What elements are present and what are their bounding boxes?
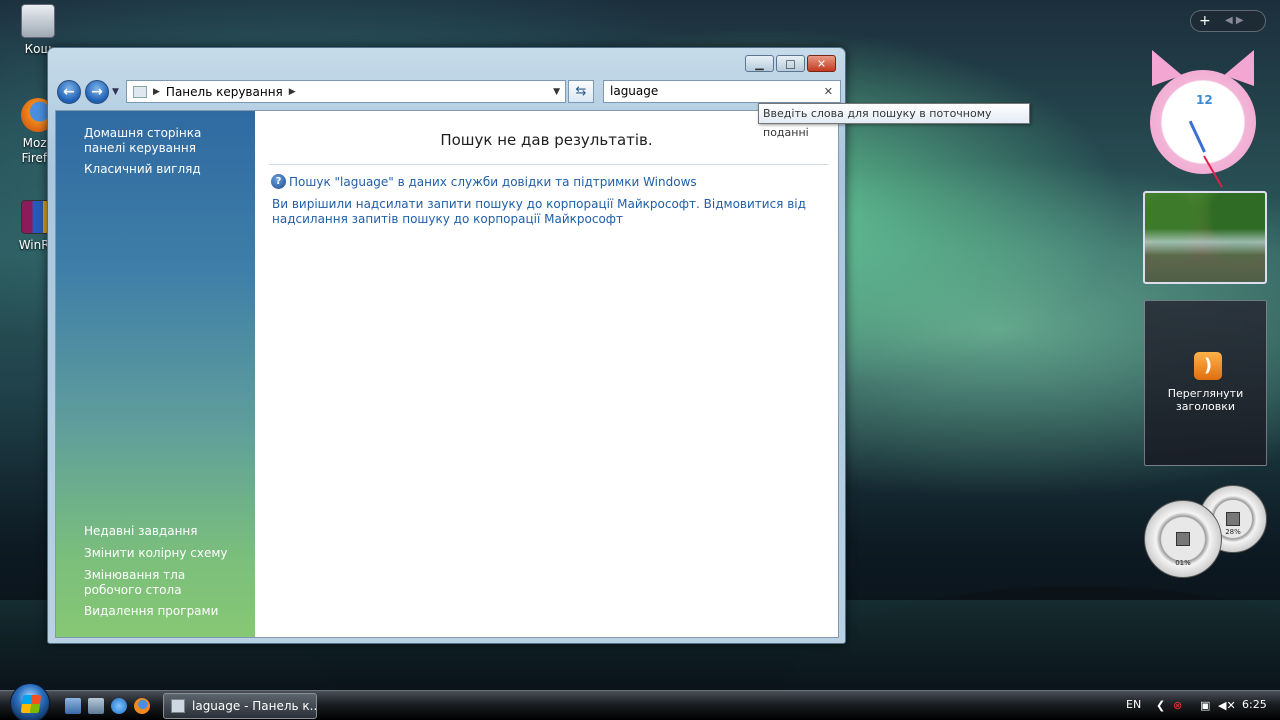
sidebar-link-color-scheme[interactable]: Змінити колірну схему (84, 546, 244, 561)
back-button[interactable]: ← (57, 80, 81, 104)
sidebar-link-control-panel-home[interactable]: Домашня сторінка панелі керування (84, 126, 244, 156)
navigation-bar: ← → ▼ ▶ Панель керування ▶ ▼ ⇆ laguage ✕ (54, 78, 841, 130)
clear-search-icon[interactable]: ✕ (824, 81, 833, 102)
maximize-button[interactable]: □ (776, 55, 805, 72)
close-button[interactable]: ✕ (807, 55, 836, 72)
microsoft-search-opt-out-link[interactable]: Ви вирішили надсилати запити пошуку до к… (272, 197, 817, 227)
refresh-icon: ⇆ (575, 84, 587, 99)
recent-pages-dropdown[interactable]: ▼ (112, 87, 119, 97)
breadcrumb-control-panel[interactable]: Панель керування (166, 85, 283, 99)
volume-muted-icon[interactable]: ◀✕ (1218, 699, 1236, 712)
windows-logo-icon (20, 695, 42, 713)
search-results-pane: Пошук не дав результатів. ? Пошук "lagua… (255, 111, 838, 637)
rss-icon: ) (1194, 352, 1222, 380)
arrow-left-icon: ← (63, 84, 75, 100)
slideshow-gadget[interactable] (1143, 191, 1267, 284)
clock-face (1150, 70, 1256, 174)
cpu-chip-icon (1176, 532, 1190, 546)
sidebar-link-desktop-background[interactable]: Змінювання тла робочого стола (84, 568, 234, 598)
clock-time[interactable]: 6:25 (1242, 698, 1267, 711)
taskbar-button-label: laguage - Панель к... (192, 699, 317, 713)
sidebar-link-classic-view[interactable]: Класичний вигляд (84, 162, 244, 177)
taskbar: laguage - Панель к... EN ❮ ⊗ ▣ ◀✕ 6:25 (0, 683, 1280, 720)
show-desktop-icon[interactable] (65, 698, 81, 714)
clock-gadget[interactable]: 12 (1146, 50, 1260, 188)
help-icon: ? (271, 174, 286, 189)
language-indicator[interactable]: EN (1126, 698, 1141, 711)
recycle-bin-icon (21, 4, 55, 38)
taskbar-button-control-panel[interactable]: laguage - Панель к... (163, 693, 317, 719)
minimize-icon: ▁ (755, 57, 764, 70)
minimize-button[interactable]: ▁ (745, 55, 774, 72)
maximize-icon: □ (785, 57, 796, 70)
close-icon: ✕ (816, 57, 827, 70)
control-panel-window[interactable]: ▁ □ ✕ ← → ▼ ▶ Панель керування ▶ ▼ ⇆ lag… (47, 47, 846, 644)
address-dropdown-icon[interactable]: ▼ (553, 87, 560, 97)
sidebar-gadget-controls: + ◀ ▶ (1190, 10, 1266, 32)
memory-percent: 28% (1225, 528, 1241, 536)
breadcrumb-arrow-icon[interactable]: ▶ (153, 87, 160, 97)
breadcrumb-arrow-icon[interactable]: ▶ (289, 87, 296, 97)
clock-number-12: 12 (1196, 93, 1213, 107)
internet-explorer-icon[interactable] (111, 698, 127, 714)
memory-chip-icon (1226, 512, 1240, 526)
add-gadget-icon[interactable]: + (1199, 11, 1211, 31)
refresh-button[interactable]: ⇆ (568, 80, 594, 103)
sidebar-link-recent-tasks[interactable]: Недавні завдання (84, 524, 244, 539)
gadget-nav-arrows-icon[interactable]: ◀ ▶ (1225, 11, 1244, 31)
network-icon[interactable]: ▣ (1200, 699, 1210, 712)
search-help-link[interactable]: ? Пошук "laguage" в даних служби довідки… (271, 174, 697, 189)
control-panel-icon (133, 85, 147, 98)
sidebar-link-uninstall-program[interactable]: Видалення програми (84, 604, 244, 619)
cpu-meter-gadget[interactable]: 01% (1144, 500, 1222, 578)
feed-view-headlines-label[interactable]: Переглянути заголовки (1145, 387, 1266, 413)
window-client-area: Домашня сторінка панелі керування Класич… (55, 110, 839, 638)
search-help-link-text: Пошук "laguage" в даних служби довідки т… (289, 174, 697, 189)
address-bar[interactable]: ▶ Панель керування ▶ ▼ (126, 80, 566, 103)
search-tooltip: Введіть слова для пошуку в поточному под… (758, 103, 1030, 139)
chevron-down-icon: ▼ (112, 87, 119, 97)
cpu-percent: 01% (1175, 559, 1191, 567)
search-input-value: laguage (610, 84, 659, 98)
caption-buttons: ▁ □ ✕ (745, 55, 836, 72)
no-results-message: Пошук не дав результатів. (440, 131, 653, 149)
arrow-right-icon: → (91, 84, 103, 100)
show-hidden-icons-icon[interactable]: ❮ (1156, 699, 1165, 712)
divider (269, 164, 829, 165)
control-panel-icon (171, 699, 185, 713)
task-pane: Домашня сторінка панелі керування Класич… (56, 111, 255, 637)
switch-windows-icon[interactable] (88, 698, 104, 714)
search-input[interactable]: laguage ✕ (603, 80, 841, 103)
feed-headlines-gadget[interactable]: ) Переглянути заголовки (1144, 300, 1267, 466)
forward-button[interactable]: → (85, 80, 109, 104)
security-alert-icon[interactable]: ⊗ (1173, 699, 1182, 712)
start-button[interactable] (10, 683, 50, 720)
firefox-icon[interactable] (134, 698, 150, 714)
